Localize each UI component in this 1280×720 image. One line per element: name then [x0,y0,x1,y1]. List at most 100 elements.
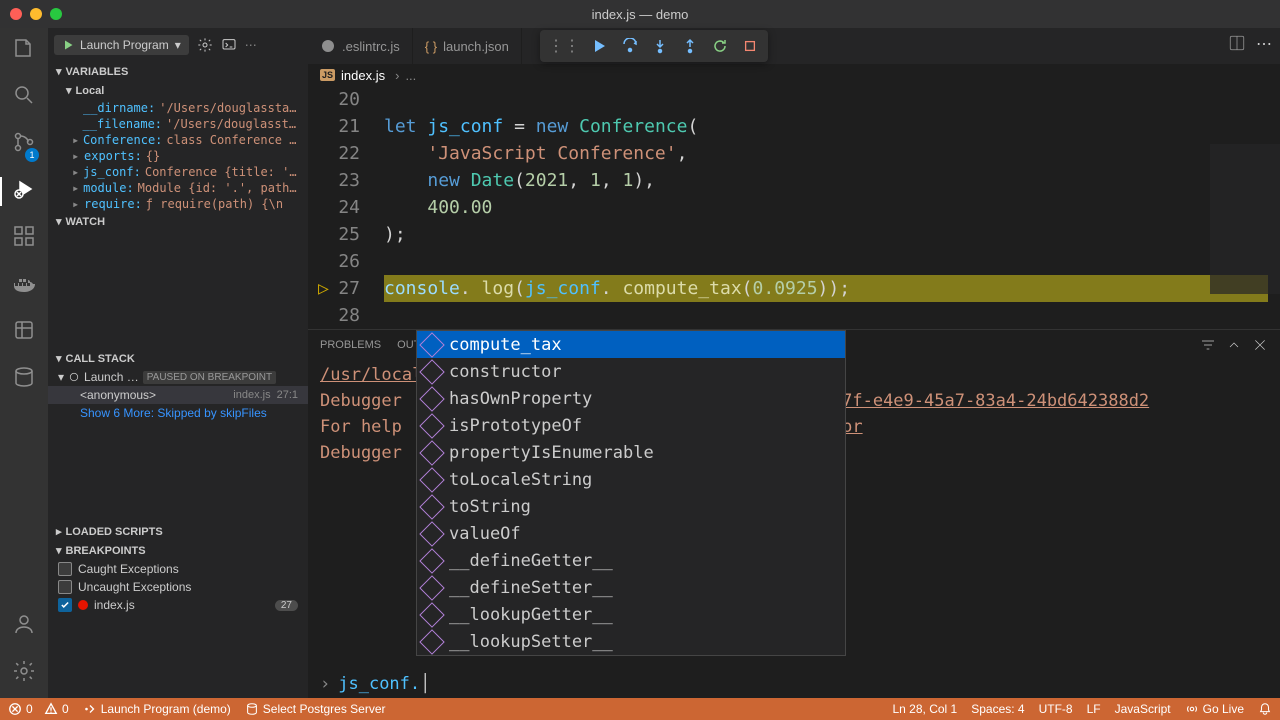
autocomplete-item[interactable]: propertyIsEnumerable [417,439,845,466]
zoom-window[interactable] [50,8,62,20]
local-header[interactable]: Local [48,81,308,100]
method-icon [419,602,444,627]
callstack-header[interactable]: CALL STACK [48,349,308,368]
explorer-icon[interactable] [12,36,36,65]
autocomplete-item[interactable]: hasOwnProperty [417,385,845,412]
debug-sidebar: Launch Program ⋯ VARIABLES Local __dirna… [48,28,308,698]
window-controls [10,8,62,20]
autocomplete-item[interactable]: compute_tax [417,331,845,358]
autocomplete-item[interactable]: toLocaleString [417,466,845,493]
status-errors[interactable]: 0 0 [8,702,69,716]
close-panel-icon[interactable] [1252,337,1268,353]
titlebar: index.js — demo [0,0,1280,28]
problems-tab[interactable]: PROBLEMS [320,339,381,351]
launch-config-label: Launch Program [80,38,169,52]
tab-launch-json[interactable]: { }launch.json [413,28,522,64]
code-editor[interactable]: 20212223242526▷2728 let js_conf = new Co… [308,86,1280,329]
variable-row[interactable]: __dirname:'/Users/douglasstarne… [66,100,308,116]
step-over-button[interactable] [616,33,644,59]
variable-row[interactable]: ▸module:Module {id: '.', path: '… [66,180,308,196]
close-window[interactable] [10,8,22,20]
minimap[interactable] [1210,144,1280,294]
more-icon[interactable]: ⋯ [245,38,257,52]
autocomplete-item[interactable]: __defineSetter__ [417,574,845,601]
variable-row[interactable]: ▸js_conf:Conference {title: 'Jav… [66,164,308,180]
restart-button[interactable] [706,33,734,59]
breakpoint-entry[interactable]: index.js27 [48,596,308,614]
variables-header[interactable]: VARIABLES [48,62,308,81]
debug-repl-input[interactable]: › js_conf.│ [308,670,1280,698]
scm-badge: 1 [25,148,39,162]
status-eol[interactable]: LF [1087,702,1101,716]
method-icon [419,575,444,600]
method-icon [419,494,444,519]
launch-config-selector[interactable]: Launch Program [54,35,189,55]
show-more-frames[interactable]: Show 6 More: Skipped by skipFiles [48,404,308,422]
split-editor-icon[interactable] [1228,34,1246,52]
watch-header[interactable]: WATCH [48,212,308,231]
minimize-window[interactable] [30,8,42,20]
editor-area: .eslintrc.js { }launch.json ⋯ JS index.j… [308,28,1280,698]
status-language[interactable]: JavaScript [1115,702,1171,716]
editor-more-icon[interactable]: ⋯ [1256,34,1272,54]
variable-row[interactable]: __filename:'/Users/douglasstarne… [66,116,308,132]
filter-icon[interactable] [1200,337,1216,353]
js-icon: JS [320,69,335,81]
tab-eslintrc[interactable]: .eslintrc.js [308,28,413,64]
activity-bar: 1 [0,28,48,698]
stop-button[interactable] [736,33,764,59]
extensions-icon[interactable] [12,224,36,253]
chevron-down-icon [175,38,181,52]
docker-icon[interactable] [12,271,36,300]
variable-row[interactable]: ▸require:ƒ require(path) {\n [66,196,308,212]
status-bell-icon[interactable] [1258,702,1272,716]
status-postgres[interactable]: Select Postgres Server [245,702,386,716]
gear-icon[interactable] [197,37,213,53]
method-icon [419,359,444,384]
autocomplete-item[interactable]: __lookupGetter__ [417,601,845,628]
autocomplete-popup: compute_taxconstructorhasOwnPropertyisPr… [416,330,846,656]
caught-exceptions-toggle[interactable]: Caught Exceptions [48,560,308,578]
step-out-button[interactable] [676,33,704,59]
checkbox-checked[interactable] [58,598,72,612]
scm-icon[interactable]: 1 [12,130,36,159]
server-icon[interactable] [12,365,36,394]
debug-console-icon[interactable] [221,37,237,53]
status-launch[interactable]: Launch Program (demo) [83,702,231,716]
status-cursor-pos[interactable]: Ln 28, Col 1 [893,702,958,716]
continue-button[interactable] [586,33,614,59]
tab-index-js[interactable]: JS index.js › ... [308,64,428,86]
breadcrumb-sep: › [395,68,399,83]
database-icon[interactable] [12,318,36,347]
chevron-up-icon[interactable] [1226,337,1242,353]
variable-row[interactable]: ▸Conference:class Conference {\n… [66,132,308,148]
status-golive[interactable]: Go Live [1185,702,1244,716]
account-icon[interactable] [12,612,36,641]
breakpoints-header[interactable]: BREAKPOINTS [48,541,308,560]
method-icon [419,386,444,411]
debug-toolbar[interactable]: ⋮⋮ [540,30,768,62]
status-encoding[interactable]: UTF-8 [1039,702,1073,716]
editor-tabs: .eslintrc.js { }launch.json [308,28,1280,64]
autocomplete-item[interactable]: __lookupSetter__ [417,628,845,655]
status-bar: 0 0 Launch Program (demo) Select Postgre… [0,698,1280,720]
method-icon [419,413,444,438]
step-into-button[interactable] [646,33,674,59]
autocomplete-item[interactable]: valueOf [417,520,845,547]
autocomplete-item[interactable]: toString [417,493,845,520]
drag-handle-icon[interactable]: ⋮⋮ [544,36,584,56]
method-icon [419,467,444,492]
search-icon[interactable] [12,83,36,112]
breakpoint-dot-icon [78,600,88,610]
callstack-thread[interactable]: Launch … PAUSED ON BREAKPOINT [48,368,308,386]
status-spaces[interactable]: Spaces: 4 [971,702,1024,716]
autocomplete-item[interactable]: __defineGetter__ [417,547,845,574]
loaded-scripts-header[interactable]: LOADED SCRIPTS [48,522,308,541]
autocomplete-item[interactable]: isPrototypeOf [417,412,845,439]
autocomplete-item[interactable]: constructor [417,358,845,385]
settings-icon[interactable] [12,659,36,688]
uncaught-exceptions-toggle[interactable]: Uncaught Exceptions [48,578,308,596]
callstack-frame[interactable]: <anonymous> index.js 27:1 [48,386,308,404]
debug-icon[interactable] [12,177,36,206]
variable-row[interactable]: ▸exports:{} [66,148,308,164]
